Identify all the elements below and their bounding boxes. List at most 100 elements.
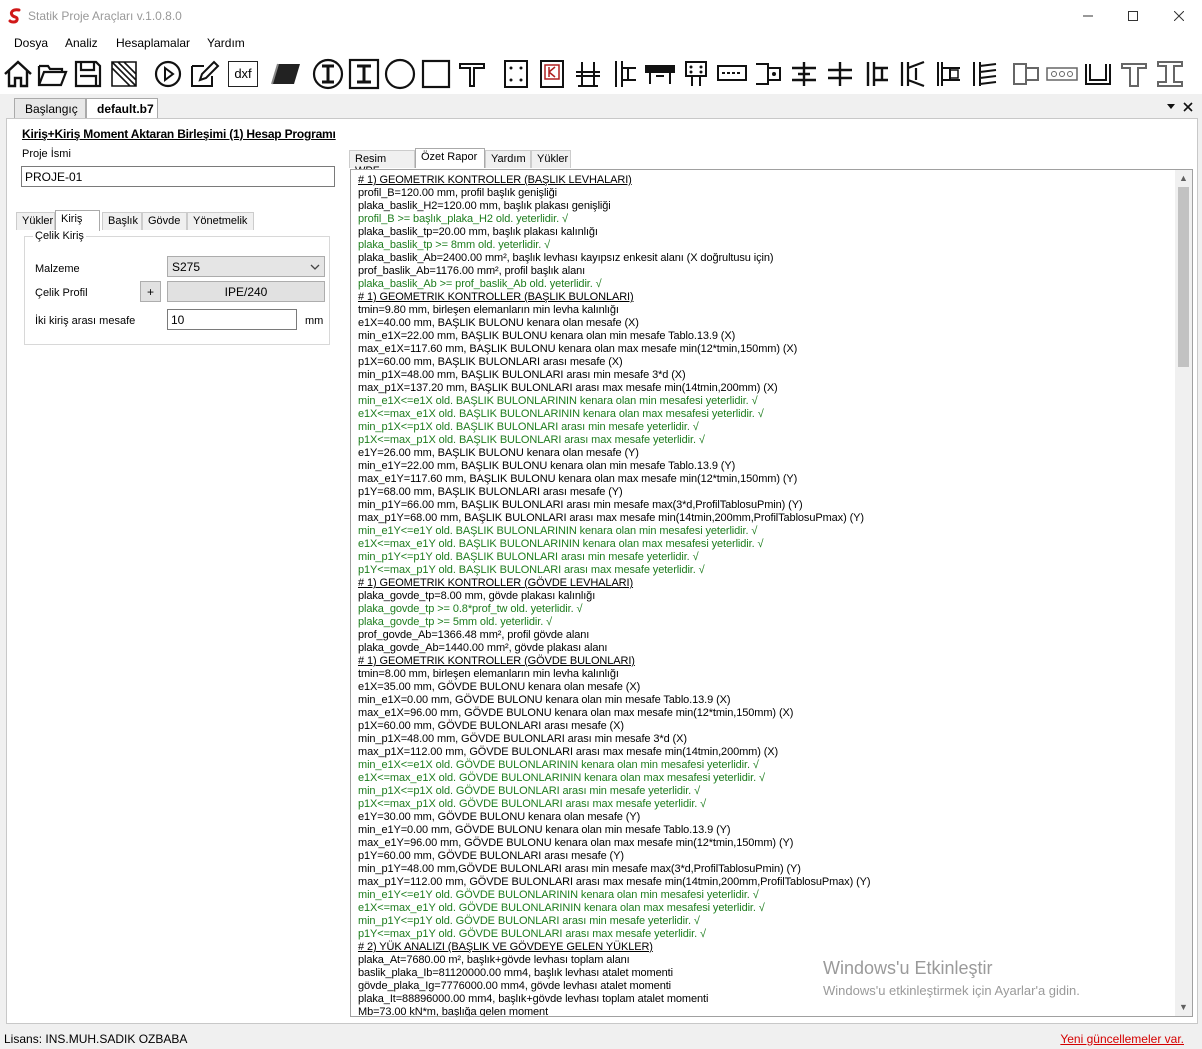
report-line: min_p1X<=p1X old. GÖVDE BULONLARI arası … [358, 785, 701, 797]
circle-section-icon[interactable] [384, 58, 416, 90]
tab-close-icon[interactable] [1183, 102, 1193, 112]
bolt-row-icon[interactable] [1046, 58, 1078, 90]
material-select[interactable]: S275 [167, 256, 325, 277]
tab-baslangic[interactable]: Başlangıç [14, 98, 86, 118]
report-line: p1X=60.00 mm, BAŞLIK BULONLARI arası mes… [358, 356, 623, 368]
u-channel-icon[interactable] [1082, 58, 1114, 90]
stair-connection-icon[interactable] [932, 58, 964, 90]
t-channel-icon[interactable] [1118, 58, 1150, 90]
tab-yonetmelik[interactable]: Yönetmelik [187, 212, 254, 230]
report-line: prof_baslik_Ab=1176.00 mm², profil başlı… [358, 265, 586, 277]
report-line: p1Y<=max_p1Y old. GÖVDE BULONLARI arası … [358, 928, 706, 940]
tab-label: Gövde [148, 215, 181, 227]
report-line: min_e1Y=0.00 mm, GÖVDE BULONU kenara ola… [358, 824, 731, 836]
activation-watermark-subtitle: Windows'u etkinleştirmek için Ayarlar'a … [823, 983, 1080, 998]
report-line: baslik_plaka_Ib=81120000.00 mm4, başlık … [358, 967, 673, 979]
material-label: Malzeme [35, 263, 80, 275]
window-title: Statik Proje Araçları v.1.0.8.0 [28, 9, 182, 23]
report-line: min_e1X=22.00 mm, BAŞLIK BULONU kenara o… [358, 330, 736, 342]
report-line: e1X<=max_e1X old. BAŞLIK BULONLARININ ke… [358, 408, 764, 420]
layer-icon[interactable] [270, 58, 302, 90]
k-plate-icon[interactable] [536, 58, 568, 90]
report-line: p1Y<=max_p1Y old. BAŞLIK BULONLARI arası… [358, 564, 705, 576]
report-scrollbar[interactable]: ▲ ▼ [1175, 170, 1192, 1016]
project-name-label: Proje İsmi [22, 148, 71, 160]
tab-govde[interactable]: Gövde [142, 212, 187, 230]
bolt-plate-icon[interactable] [680, 58, 712, 90]
tab-list-dropdown-icon[interactable] [1166, 103, 1176, 111]
project-name-input[interactable]: PROJE-01 [21, 166, 335, 187]
moment-connection-2-icon[interactable] [860, 58, 892, 90]
moment-connection-icon[interactable] [824, 58, 856, 90]
tab-label: Başlık [108, 215, 138, 227]
menu-dosya[interactable]: Dosya [14, 36, 48, 50]
toolbar: dxf [0, 54, 1202, 94]
dxf-icon[interactable]: dxf [228, 61, 258, 87]
tab-default-b7[interactable]: default.b7 [86, 98, 158, 118]
tab-kiris[interactable]: Kiriş [55, 210, 100, 231]
report-line: max_p1X=137.20 mm, BAŞLIK BULONLARI aras… [358, 382, 778, 394]
tab-label: Yükler [22, 215, 54, 227]
save-icon[interactable] [72, 58, 104, 90]
summary-report[interactable]: # 1) GEOMETRIK KONTROLLER (BAŞLIK LEVHAL… [350, 169, 1193, 1017]
stamp-icon[interactable] [108, 58, 140, 90]
i-section-square-icon[interactable] [348, 58, 380, 90]
report-line: min_e1Y<=e1Y old. BAŞLIK BULONLARININ ke… [358, 525, 758, 537]
tab-yukler-right[interactable]: Yükler [531, 150, 571, 168]
tab-label: Özet Rapor [421, 151, 478, 163]
add-profile-button[interactable]: + [140, 281, 161, 302]
report-line: tmin=8.00 mm, birleşen elemanların min l… [358, 668, 619, 680]
end-plate-icon[interactable] [608, 58, 640, 90]
splice-icon[interactable] [644, 58, 676, 90]
beam-icon[interactable] [788, 58, 820, 90]
home-icon[interactable] [2, 58, 34, 90]
tab-resim-wpf[interactable]: Resim WPF [349, 150, 415, 177]
report-line: p1X=60.00 mm, GÖVDE BULONLARI arası mesa… [358, 720, 624, 732]
report-line: plaka_At=7680.00 m², başlık+gövde levhas… [358, 954, 630, 966]
tab-yukler[interactable]: Yükler [16, 212, 55, 230]
tab-ozet-rapor[interactable]: Özet Rapor [415, 148, 485, 168]
open-folder-icon[interactable] [36, 58, 68, 90]
tab-label: Başlangıç [25, 102, 78, 116]
menu-hesaplamalar[interactable]: Hesaplamalar [116, 36, 190, 50]
base-plate-icon[interactable] [716, 58, 748, 90]
close-button[interactable] [1156, 0, 1202, 32]
report-line: p1X<=max_p1X old. GÖVDE BULONLARI arası … [358, 798, 707, 810]
maximize-button[interactable] [1110, 0, 1156, 32]
beam-column-connection-icon[interactable] [572, 58, 604, 90]
tab-label: Yardım [491, 153, 526, 165]
stiffened-connection-icon[interactable] [896, 58, 928, 90]
document-tabs: Başlangıç default.b7 [0, 96, 1202, 118]
report-line: max_e1X=96.00 mm, GÖVDE BULONU kenara ol… [358, 707, 794, 719]
scroll-up-icon[interactable]: ▲ [1175, 170, 1192, 187]
distance-input[interactable]: 10 [167, 309, 297, 330]
report-line: plaka_govde_Ab=1440.00 mm², gövde plakas… [358, 642, 608, 654]
profile-select-button[interactable]: IPE/240 [167, 281, 325, 302]
menu-analiz[interactable]: Analiz [65, 36, 98, 50]
h-channel-icon[interactable] [1154, 58, 1186, 90]
square-section-icon[interactable] [420, 58, 452, 90]
minimize-button[interactable] [1065, 0, 1111, 32]
i-section-circle-icon[interactable] [312, 58, 344, 90]
report-line: plaka_govde_tp >= 0.8*prof_tw old. yeter… [358, 603, 583, 615]
tab-yardim[interactable]: Yardım [485, 150, 531, 168]
report-line: max_e1X=117.60 mm, BAŞLIK BULONU kenara … [358, 343, 798, 355]
title-bar: Statik Proje Araçları v.1.0.8.0 [0, 0, 1202, 32]
menu-yardim[interactable]: Yardım [207, 36, 245, 50]
angle-plate-icon[interactable] [1010, 58, 1042, 90]
plate-bolts-icon[interactable] [500, 58, 532, 90]
play-icon[interactable] [152, 58, 184, 90]
report-line: e1Y=30.00 mm, GÖVDE BULONU kenara olan m… [358, 811, 641, 823]
report-line: e1X<=max_e1Y old. BAŞLIK BULONLARININ ke… [358, 538, 764, 550]
edit-icon[interactable] [188, 58, 220, 90]
report-heading: # 1) GEOMETRIK KONTROLLER (GÖVDE BULONLA… [358, 655, 635, 667]
tab-baslik[interactable]: Başlık [102, 212, 142, 230]
scroll-down-icon[interactable]: ▼ [1175, 999, 1192, 1016]
t-section-icon[interactable] [456, 58, 488, 90]
purlin-icon[interactable] [968, 58, 1000, 90]
tab-label: Yükler [537, 153, 569, 165]
scroll-thumb[interactable] [1178, 187, 1189, 367]
report-heading: # 2) YÜK ANALIZI (BAŞLIK VE GÖVDEYE GELE… [358, 941, 653, 953]
update-link[interactable]: Yeni güncellemeler var. [1060, 1032, 1184, 1046]
column-icon[interactable] [752, 58, 784, 90]
